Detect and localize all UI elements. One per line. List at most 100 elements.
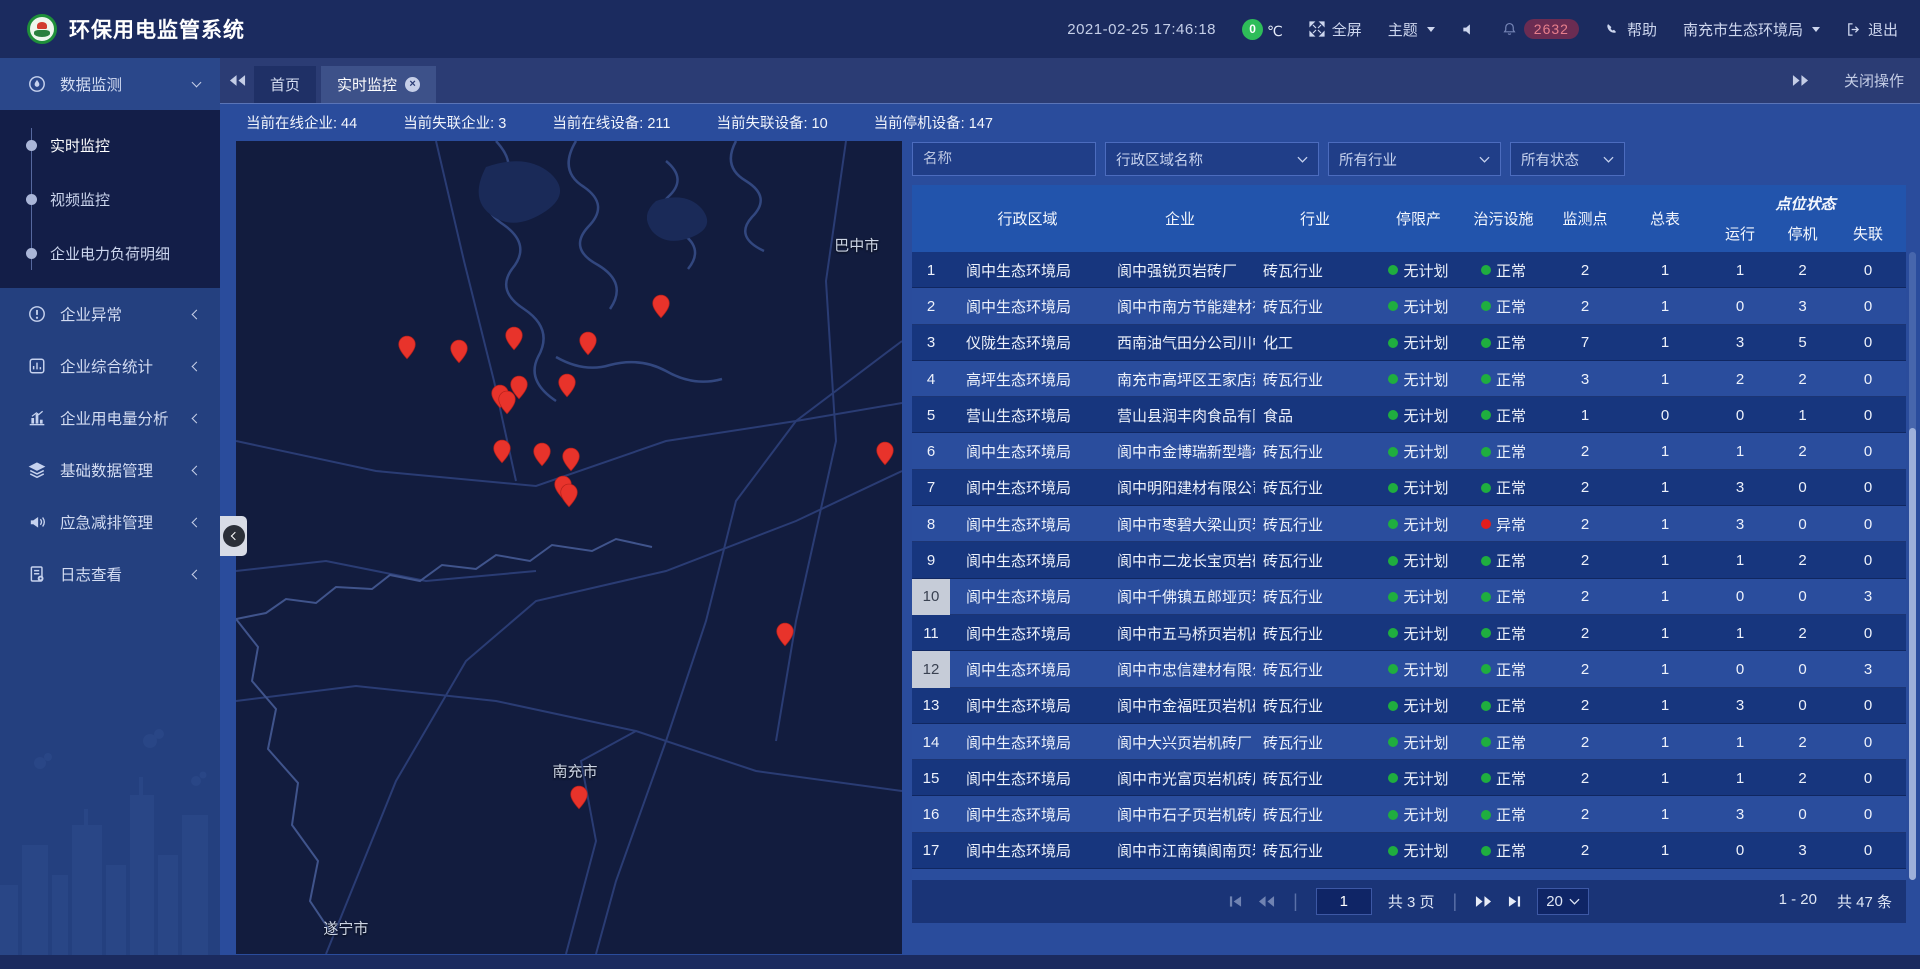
- facility-status-cell: 正常: [1462, 615, 1545, 651]
- stats-bar: 当前在线企业: 44当前失联企业: 3当前在线设备: 211当前失联设备: 10…: [220, 103, 1920, 140]
- page-input[interactable]: [1316, 888, 1372, 915]
- stat-当前停机设备: 当前停机设备: 147: [874, 112, 993, 133]
- map-pin[interactable]: [505, 326, 523, 351]
- tab-首页[interactable]: 首页: [254, 66, 316, 103]
- sidebar-item-企业异常[interactable]: 企业异常: [0, 288, 220, 340]
- map-pin[interactable]: [776, 622, 794, 647]
- map-canvas[interactable]: 巴中市南充市遂宁市: [236, 141, 902, 954]
- org-menu[interactable]: 南充市生态环境局: [1683, 19, 1820, 40]
- map-pin[interactable]: [510, 375, 528, 400]
- table-row[interactable]: 1阆中生态环境局阆中强锐页岩砖厂砖瓦行业无计划正常21120: [912, 252, 1906, 288]
- table-row[interactable]: 17阆中生态环境局阆中市江南镇阆南页岩砖瓦行业无计划正常21030: [912, 833, 1906, 869]
- scrollbar-thumb[interactable]: [1909, 428, 1916, 880]
- table-row[interactable]: 2阆中生态环境局阆中市南方节能建材有砖瓦行业无计划正常21030: [912, 288, 1906, 324]
- sidebar-item-企业用电量分析[interactable]: 企业用电量分析: [0, 392, 220, 444]
- status-text: 正常: [1496, 477, 1526, 498]
- sidebar-item-应急减排管理[interactable]: 应急减排管理: [0, 496, 220, 548]
- table-row[interactable]: 18南部生态环境局南部县双华页岩有限公建材加工无计划正常62060: [912, 869, 1906, 880]
- map-pin[interactable]: [562, 447, 580, 472]
- status-dot-icon: [1388, 737, 1398, 747]
- stats-icon: [28, 357, 46, 375]
- sidebar-item-视频监控[interactable]: 视频监控: [0, 172, 220, 226]
- status-text: 正常: [1496, 296, 1526, 317]
- table-row[interactable]: 12阆中生态环境局阆中市忠信建材有限公砖瓦行业无计划正常21003: [912, 651, 1906, 687]
- row-index-cell: 18: [912, 869, 950, 880]
- map-pin[interactable]: [570, 785, 588, 810]
- map-pin[interactable]: [560, 483, 578, 508]
- sidebar-item-基础数据管理[interactable]: 基础数据管理: [0, 444, 220, 496]
- prev-page-button[interactable]: [1258, 895, 1275, 908]
- lost-cell: 0: [1830, 397, 1906, 433]
- total-pages-label: 共 3 页: [1388, 891, 1435, 912]
- table-row[interactable]: 11阆中生态环境局阆中市五马桥页岩机砖砖瓦行业无计划正常21120: [912, 615, 1906, 651]
- status-text: 异常: [1496, 514, 1526, 535]
- theme-button[interactable]: 主题: [1388, 19, 1435, 40]
- stop-cell: 2: [1775, 542, 1830, 578]
- chevron-left-icon: [192, 517, 202, 527]
- map-pin[interactable]: [533, 442, 551, 467]
- next-page-button[interactable]: [1475, 895, 1492, 908]
- sidebar-item-企业综合统计[interactable]: 企业综合统计: [0, 340, 220, 392]
- mute-button[interactable]: [1461, 22, 1476, 37]
- logout-button[interactable]: 退出: [1846, 19, 1898, 40]
- table-row[interactable]: 15阆中生态环境局阆中市光富页岩机砖厂砖瓦行业无计划正常21120: [912, 760, 1906, 796]
- table-row[interactable]: 5营山生态环境局营山县润丰肉食品有限食品无计划正常10010: [912, 397, 1906, 433]
- status-select[interactable]: 所有状态: [1510, 142, 1625, 176]
- limit-status-cell: 无计划: [1375, 796, 1462, 832]
- chevron-left-icon: [192, 413, 202, 423]
- region-cell: 阆中生态环境局: [950, 433, 1105, 469]
- notification-button[interactable]: 2632: [1502, 19, 1579, 39]
- vertical-scrollbar[interactable]: [1909, 252, 1916, 880]
- map-pin[interactable]: [579, 331, 597, 356]
- sidebar-item-日志查看[interactable]: 日志查看: [0, 548, 220, 600]
- table-row[interactable]: 13阆中生态环境局阆中市金福旺页岩机砖砖瓦行业无计划正常21300: [912, 688, 1906, 724]
- stop-cell: 6: [1775, 869, 1830, 880]
- map-collapse-button[interactable]: [220, 516, 247, 556]
- table-row[interactable]: 4高坪生态环境局南充市高坪区王家店建砖瓦行业无计划正常31220: [912, 361, 1906, 397]
- map-pin[interactable]: [398, 335, 416, 360]
- map-pin[interactable]: [450, 339, 468, 364]
- table-row[interactable]: 8阆中生态环境局阆中市枣碧大梁山页岩砖瓦行业无计划异常21300: [912, 506, 1906, 542]
- map-pin[interactable]: [652, 294, 670, 319]
- page-size-select[interactable]: 20: [1537, 888, 1589, 915]
- last-page-button[interactable]: [1508, 895, 1521, 908]
- help-button[interactable]: 帮助: [1605, 19, 1657, 40]
- name-input[interactable]: [923, 151, 1085, 167]
- main-area: 首页实时监控× 关闭操作 当前在线企业: 44当前失联企业: 3当前在线设备: …: [220, 58, 1920, 955]
- table-row[interactable]: 10阆中生态环境局阆中千佛镇五郎垭页岩砖瓦行业无计划正常21003: [912, 579, 1906, 615]
- table-row[interactable]: 6阆中生态环境局阆中市金博瑞新型墙材砖瓦行业无计划正常21120: [912, 433, 1906, 469]
- fullscreen-button[interactable]: 全屏: [1309, 19, 1362, 40]
- tab-实时监控[interactable]: 实时监控×: [321, 66, 436, 103]
- map-pin[interactable]: [558, 373, 576, 398]
- tab-scroll-left-button[interactable]: [220, 58, 254, 103]
- temperature-badge: 0 ℃: [1242, 19, 1283, 40]
- industry-select-value: 所有行业: [1339, 149, 1397, 170]
- sidebar-item-数据监测[interactable]: 数据监测: [0, 58, 220, 110]
- lost-cell: 0: [1830, 325, 1906, 361]
- table-row[interactable]: 14阆中生态环境局阆中大兴页岩机砖厂砖瓦行业无计划正常21120: [912, 724, 1906, 760]
- limit-status-cell: 无计划: [1375, 615, 1462, 651]
- sidebar-item-企业电力负荷明细[interactable]: 企业电力负荷明细: [0, 226, 220, 280]
- status-text: 正常: [1496, 732, 1526, 753]
- table-row[interactable]: 7阆中生态环境局阆中明阳建材有限公司砖瓦行业无计划正常21300: [912, 470, 1906, 506]
- sidebar-item-实时监控[interactable]: 实时监控: [0, 118, 220, 172]
- tab-scroll-right-button[interactable]: [1784, 58, 1818, 103]
- status-dot-icon: [1388, 810, 1398, 820]
- sidebar-submenu: 实时监控视频监控企业电力负荷明细: [0, 110, 220, 288]
- first-page-button[interactable]: [1229, 895, 1242, 908]
- fullscreen-icon: [1309, 21, 1325, 37]
- region-select[interactable]: 行政区域名称: [1105, 142, 1319, 176]
- tab-close-icon[interactable]: ×: [405, 77, 420, 92]
- map-pin[interactable]: [493, 439, 511, 464]
- region-cell: 阆中生态环境局: [950, 724, 1105, 760]
- status-text: 无计划: [1403, 804, 1448, 825]
- industry-select[interactable]: 所有行业: [1328, 142, 1501, 176]
- table-row[interactable]: 16阆中生态环境局阆中市石子页岩机砖厂砖瓦行业无计划正常21300: [912, 796, 1906, 832]
- close-operations-button[interactable]: 关闭操作: [1844, 70, 1904, 91]
- status-text: 正常: [1496, 586, 1526, 607]
- map-pin[interactable]: [876, 441, 894, 466]
- table-row[interactable]: 9阆中生态环境局阆中市二龙长宝页岩砖砖瓦行业无计划正常21120: [912, 542, 1906, 578]
- table-row[interactable]: 3仪陇生态环境局西南油气田分公司川中化工无计划正常71350: [912, 325, 1906, 361]
- limit-status-cell: 无计划: [1375, 542, 1462, 578]
- lost-cell: 0: [1830, 506, 1906, 542]
